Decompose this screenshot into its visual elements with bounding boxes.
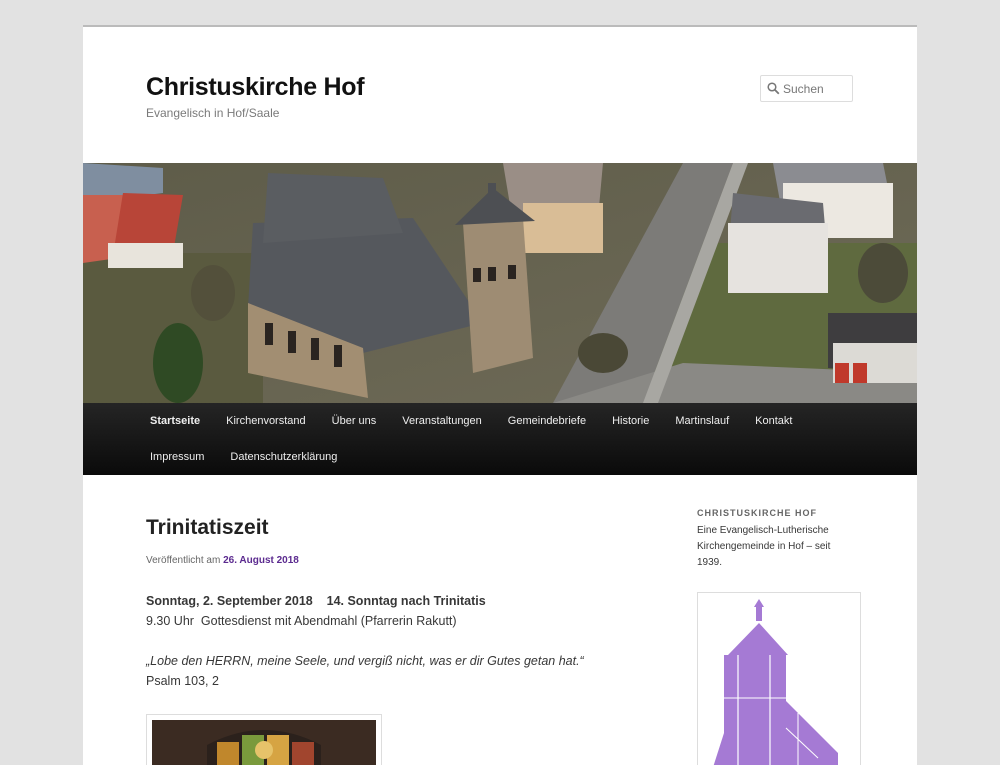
nav-item-veranstaltungen[interactable]: Veranstaltungen [389,403,495,439]
church-tower-logo [713,599,838,765]
search-input[interactable] [783,80,849,98]
site-description: Evangelisch in Hof/Saale [146,106,280,120]
bible-reference: Psalm 103, 2 [146,674,219,688]
nav-item-martinslauf[interactable]: Martinslauf [662,403,742,439]
nav-item-kontakt[interactable]: Kontakt [742,403,805,439]
bible-quote-text: „Lobe den HERRN, meine Seele, und vergiß… [146,654,584,668]
church-aerial-photo [83,163,917,403]
nav-item-startseite[interactable]: Startseite [137,403,213,439]
service-heading-text: Sonntag, 2. September 2018 14. Sonntag n… [146,594,486,608]
post-date-link[interactable]: 26. August 2018 [223,555,299,566]
widget-title: Christuskirche Hof [697,508,818,518]
post-meta-prefix: Veröffentlicht am [146,555,221,566]
post-image-frame[interactable] [146,714,382,765]
header-image [83,163,917,403]
service-heading: Sonntag, 2. September 2018 14. Sonntag n… [146,591,486,611]
nav-item-datenschutzerklaerung[interactable]: Datenschutzerklärung [217,439,350,475]
nav-item-ueber-uns[interactable]: Über uns [319,403,390,439]
church-logo [697,592,861,765]
service-line: 9.30 Uhr Gottesdienst mit Abendmahl (Pfa… [146,614,457,628]
post-meta: Veröffentlicht am 26. August 2018 [146,555,299,566]
main-navigation: Startseite Kirchenvorstand Über uns Vera… [83,403,917,475]
nav-item-gemeindebriefe[interactable]: Gemeindebriefe [495,403,599,439]
search-form[interactable] [760,75,853,102]
nav-item-impressum[interactable]: Impressum [137,439,217,475]
site-title[interactable]: Christuskirche Hof [146,73,365,102]
nav-item-kirchenvorstand[interactable]: Kirchenvorstand [213,403,319,439]
stained-glass-image [152,720,376,765]
widget-text: Eine Evangelisch-Lutherische Kirchengeme… [697,525,831,568]
page-container: Christuskirche Hof Evangelisch in Hof/Sa… [83,25,917,765]
search-icon [767,82,780,95]
bible-quote: „Lobe den HERRN, meine Seele, und vergiß… [146,651,584,671]
nav-item-historie[interactable]: Historie [599,403,662,439]
post-title[interactable]: Trinitatiszeit [146,516,269,540]
